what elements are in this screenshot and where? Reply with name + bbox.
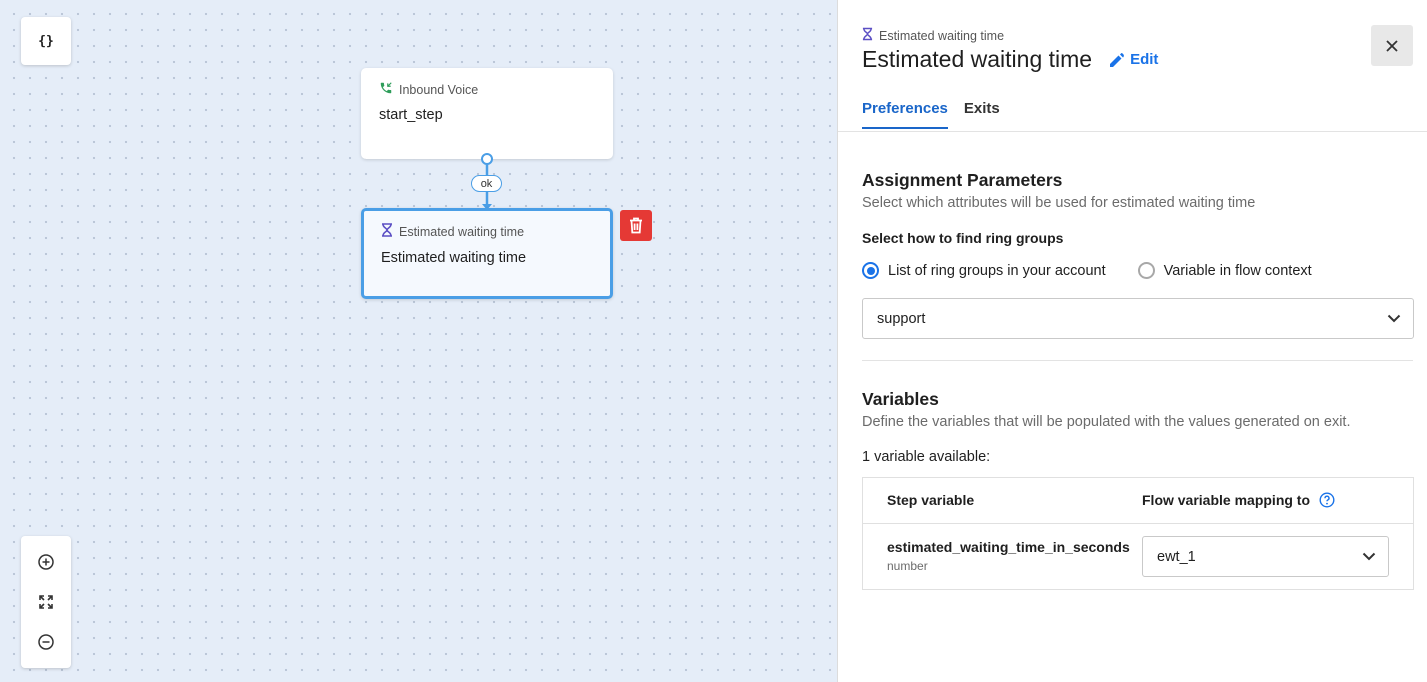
node-type-label: Estimated waiting time [399, 224, 525, 239]
tab-preferences[interactable]: Preferences [862, 100, 948, 129]
delete-node-button[interactable] [620, 210, 652, 241]
fit-screen-button[interactable] [31, 587, 61, 617]
ring-group-select[interactable]: support [862, 298, 1414, 339]
panel-step-type-label: Estimated waiting time [879, 28, 1005, 43]
variables-count: 1 variable available: [862, 449, 991, 465]
step-variable-name: estimated_waiting_time_in_seconds [887, 539, 1130, 555]
radio-label: List of ring groups in your account [888, 262, 1106, 279]
flow-variable-mapping-select[interactable]: ewt_1 [1142, 536, 1389, 577]
column-header-step-variable: Step variable [887, 492, 974, 508]
zoom-controls [21, 536, 71, 668]
chevron-down-icon [1387, 314, 1401, 323]
step-variable-type: number [887, 559, 928, 573]
radio-unchecked-icon [1137, 262, 1155, 279]
variables-heading: Variables [862, 389, 939, 409]
panel-step-type: Estimated waiting time [862, 27, 1004, 44]
edit-title-button[interactable]: Edit [1110, 51, 1158, 68]
column-header-label: Step variable [887, 492, 975, 508]
flow-variable-value: ewt_1 [1157, 548, 1196, 565]
flow-canvas[interactable]: {} Inbound Voice start_step ok Estimated… [0, 0, 837, 682]
section-divider [862, 360, 1413, 361]
panel-title: Estimated waiting time [862, 46, 1093, 72]
ring-group-value: support [877, 310, 926, 327]
panel-title-row: Estimated waiting time Edit [862, 46, 1158, 73]
connector-label[interactable]: ok [471, 175, 502, 192]
fit-screen-icon [39, 595, 53, 609]
column-header-label: Flow variable mapping to [1142, 492, 1311, 508]
radio-label: Variable in flow context [1163, 262, 1312, 279]
close-icon [1386, 39, 1398, 52]
node-type-row: Estimated waiting time [381, 223, 593, 240]
radio-checked-icon [862, 262, 879, 279]
close-panel-button[interactable] [1371, 25, 1413, 66]
trash-icon [630, 217, 642, 234]
step-settings-panel: Estimated waiting time Estimated waiting… [837, 0, 1427, 682]
chevron-down-icon [1362, 552, 1376, 561]
pencil-icon [1110, 52, 1125, 67]
ring-group-source-radios: List of ring groups in your account Vari… [862, 262, 1312, 279]
variables-description: Define the variables that will be popula… [862, 414, 1351, 430]
column-header-flow-variable: Flow variable mapping to [1142, 492, 1335, 508]
edit-label: Edit [1130, 51, 1159, 68]
help-icon[interactable] [1319, 492, 1335, 508]
zoom-out-button[interactable] [31, 627, 61, 657]
connector-line [481, 153, 493, 210]
hourglass-icon [381, 223, 393, 240]
table-header: Step variable Flow variable mapping to [863, 478, 1413, 524]
radio-variable-in-flow-context[interactable]: Variable in flow context [1137, 262, 1312, 279]
panel-tabs: Preferences Exits [862, 100, 1000, 129]
assignment-description: Select which attributes will be used for… [862, 195, 1256, 211]
tab-exits[interactable]: Exits [964, 100, 1000, 129]
hourglass-icon [862, 27, 873, 44]
find-ring-groups-label: Select how to find ring groups [862, 230, 1064, 246]
variables-table: Step variable Flow variable mapping to e… [862, 477, 1414, 590]
node-name: Estimated waiting time [381, 250, 527, 266]
assignment-heading: Assignment Parameters [862, 170, 1063, 190]
radio-list-of-ring-groups[interactable]: List of ring groups in your account [862, 262, 1106, 279]
flow-node-estimated-waiting-time[interactable]: Estimated waiting time Estimated waiting… [361, 208, 613, 299]
zoom-out-icon [38, 634, 54, 650]
zoom-in-icon [38, 554, 54, 570]
zoom-in-button[interactable] [31, 547, 61, 577]
tabs-divider [838, 131, 1427, 132]
